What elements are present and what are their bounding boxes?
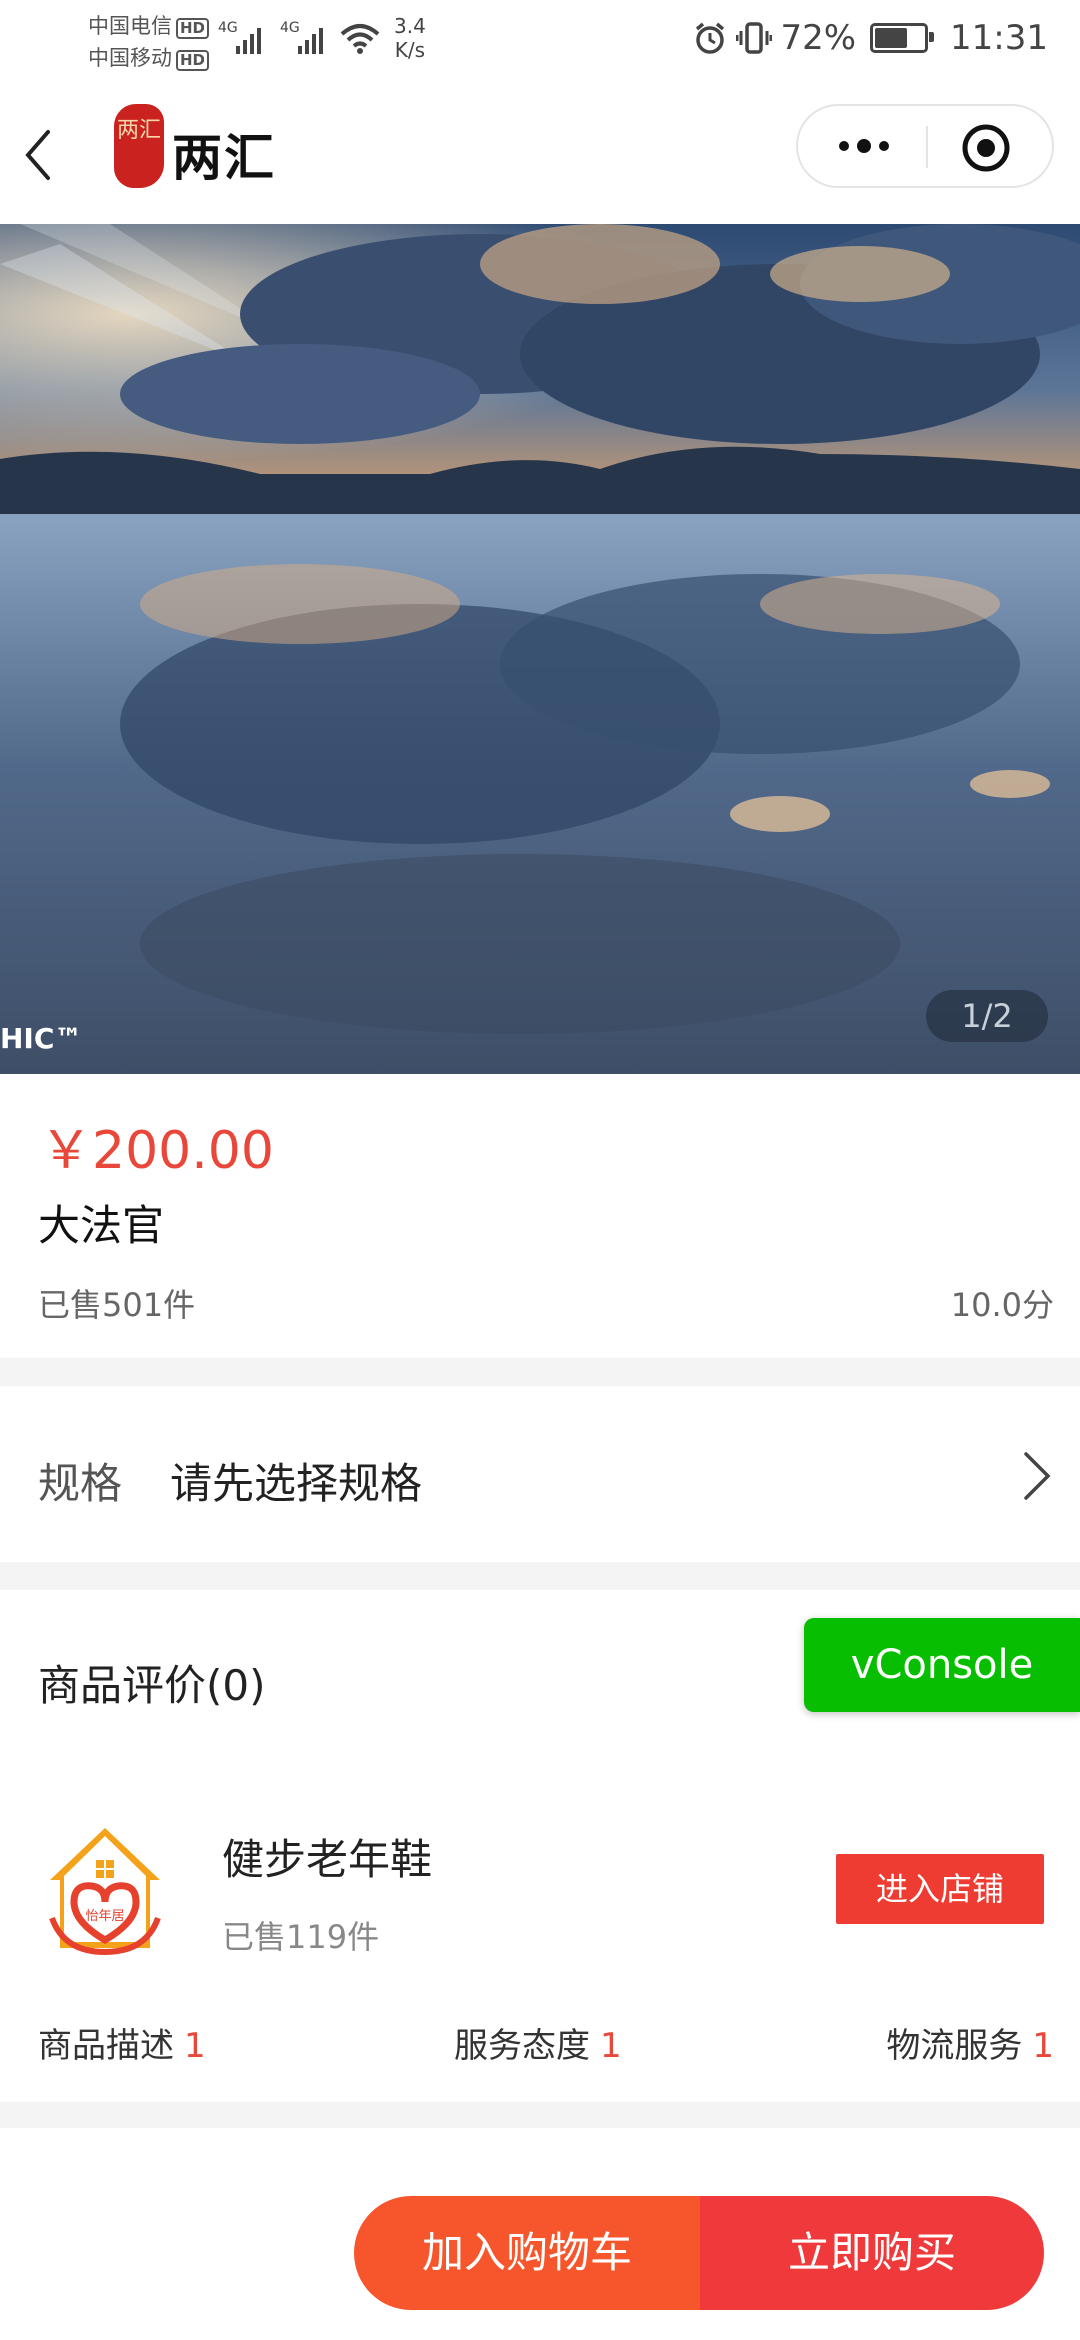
image-watermark: HIC™ (0, 1022, 83, 1055)
rating-label: 服务态度 (454, 2026, 590, 2066)
chevron-right-icon (1018, 1446, 1054, 1506)
rating-value: 1 (184, 2026, 206, 2066)
page-title: 两汇 (172, 129, 276, 187)
wifi-icon (338, 20, 382, 60)
vconsole-button[interactable]: vConsole (804, 1618, 1080, 1712)
carrier-2: 中国移动 (88, 46, 172, 70)
brand-logo-text: 两汇 (116, 118, 161, 143)
add-to-cart-button[interactable]: 加入购物车 (354, 2196, 700, 2310)
capsule-divider (926, 126, 928, 168)
rating-label: 商品描述 (38, 2026, 174, 2066)
spec-row[interactable] (0, 1386, 1080, 1562)
hd-badge-1: HD (176, 18, 210, 39)
carrier-1: 中国电信 (88, 14, 172, 38)
gallery-counter: 1/2 (926, 990, 1048, 1042)
close-program-button[interactable] (960, 122, 1012, 174)
battery-icon (870, 23, 935, 53)
product-image (0, 224, 1080, 1074)
shop-name: 健步老年鞋 (222, 1835, 433, 1884)
battery-percent: 72% (780, 18, 857, 58)
spec-value: 请先选择规格 (170, 1459, 423, 1508)
spec-label: 规格 (38, 1459, 123, 1508)
rating-logistics: 物流服务 1 (886, 2018, 1054, 2067)
speed-value: 3.4 (394, 14, 426, 38)
buy-now-button[interactable]: 立即购买 (700, 2196, 1044, 2310)
clock: 11:31 (950, 18, 1048, 58)
hd-badge-2: HD (176, 50, 210, 71)
rating-value: 1 (600, 2026, 622, 2066)
brand-logo: 两汇 (114, 104, 164, 188)
alarm-icon (696, 22, 725, 54)
shop-logo: 怡年居 (44, 1822, 166, 1960)
shop-sold-count: 已售119件 (222, 1918, 380, 1956)
product-sold-count: 已售501件 (38, 1286, 196, 1324)
product-score: 10.0分 (950, 1286, 1054, 1324)
vibrate-icon (736, 22, 773, 54)
more-dots-icon (839, 139, 889, 153)
mini-program-capsule (796, 104, 1054, 188)
product-image-gallery[interactable] (0, 224, 1080, 1074)
back-button[interactable] (20, 120, 80, 190)
rating-description: 商品描述 1 (38, 2018, 206, 2067)
more-button[interactable] (834, 128, 894, 164)
chevron-left-icon (25, 130, 50, 180)
shop-logo-text: 怡年居 (85, 1909, 124, 1924)
rating-label: 物流服务 (886, 2026, 1023, 2066)
product-price: ￥200.00 (40, 1121, 274, 1181)
status-right: 72% 11:31 (692, 18, 1048, 58)
battery-fill (875, 28, 907, 48)
speed-unit: K/s (394, 38, 426, 62)
carrier-info: 中国电信 HD 中国移动 HD (88, 10, 210, 74)
network-speed: 3.4 K/s (394, 14, 426, 62)
rating-service: 服务态度 1 (454, 2018, 622, 2067)
enter-shop-button[interactable]: 进入店铺 (836, 1854, 1044, 1924)
product-title: 大法官 (38, 1201, 165, 1250)
rating-value: 1 (1032, 2026, 1054, 2066)
reviews-title[interactable]: 商品评价(0) (38, 1652, 266, 1713)
target-icon (962, 124, 1010, 172)
